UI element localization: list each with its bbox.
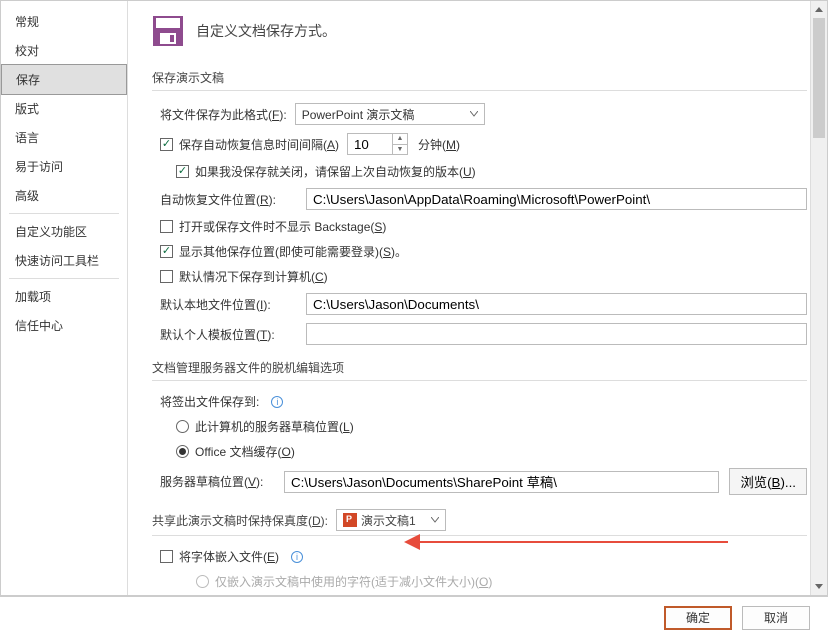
browse-button[interactable]: 浏览(B)... — [729, 468, 807, 495]
sidebar-item-customize-ribbon[interactable]: 自定义功能区 — [1, 217, 127, 246]
server-draft-label: 此计算机的服务器草稿位置(L) — [195, 418, 354, 435]
server-draft-radio[interactable] — [176, 420, 189, 433]
vertical-scrollbar[interactable] — [810, 1, 827, 595]
info-icon[interactable]: i — [291, 551, 303, 563]
sidebar-item-general[interactable]: 常规 — [1, 7, 127, 36]
chevron-down-icon — [470, 111, 478, 117]
sidebar: 常规 校对 保存 版式 语言 易于访问 高级 自定义功能区 快速访问工具栏 加载… — [1, 1, 128, 595]
sidebar-item-save[interactable]: 保存 — [1, 64, 127, 95]
page-title: 自定义文档保存方式。 — [196, 21, 336, 41]
keep-last-label: 如果我没保存就关闭，请保留上次自动恢复的版本(U) — [195, 163, 476, 180]
ok-button[interactable]: 确定 — [664, 606, 732, 630]
sidebar-item-layout[interactable]: 版式 — [1, 94, 127, 123]
sidebar-item-addins[interactable]: 加载项 — [1, 282, 127, 311]
sidebar-item-trust-center[interactable]: 信任中心 — [1, 311, 127, 340]
minutes-label: 分钟(M) — [418, 136, 460, 153]
scroll-up-button[interactable] — [811, 1, 827, 18]
checkout-label: 将签出文件保存到: — [160, 393, 259, 410]
spinner-up[interactable]: ▲ — [393, 134, 407, 145]
office-cache-radio[interactable] — [176, 445, 189, 458]
format-dropdown[interactable]: PowerPoint 演示文稿 — [295, 103, 485, 125]
sidebar-item-accessibility[interactable]: 易于访问 — [1, 152, 127, 181]
scroll-thumb[interactable] — [813, 18, 825, 138]
office-cache-label: Office 文档缓存(O) — [195, 443, 295, 460]
embed-fonts-checkbox[interactable] — [160, 550, 173, 563]
section-save-presentation: 保存演示文稿 — [152, 65, 807, 91]
default-template-loc-label: 默认个人模板位置(T): — [160, 326, 292, 343]
autorecover-loc-input[interactable] — [306, 188, 807, 210]
autosave-label: 保存自动恢复信息时间间隔(A) — [179, 136, 339, 153]
autorecover-loc-label: 自动恢复文件位置(R): — [160, 191, 292, 208]
spinner-down[interactable]: ▼ — [393, 145, 407, 155]
cancel-button[interactable]: 取消 — [742, 606, 810, 630]
embed-used-radio — [196, 575, 209, 588]
chevron-down-icon — [431, 517, 439, 523]
draft-loc-input[interactable] — [284, 471, 719, 493]
dialog-footer: 确定 取消 — [0, 596, 828, 638]
format-label: 将文件保存为此格式(F): — [160, 106, 287, 123]
keep-last-checkbox[interactable] — [176, 165, 189, 178]
show-other-loc-label: 显示其他保存位置(即使可能需要登录)(S)。 — [179, 243, 407, 260]
section-offline-editing: 文档管理服务器文件的脱机编辑选项 — [152, 355, 807, 381]
autosave-interval-spinner[interactable]: ▲ ▼ — [347, 133, 408, 155]
presentation-dropdown[interactable]: 演示文稿1 — [336, 509, 446, 531]
sidebar-item-quick-access[interactable]: 快速访问工具栏 — [1, 246, 127, 275]
embed-used-label: 仅嵌入演示文稿中使用的字符(适于减小文件大小)(O) — [215, 573, 492, 590]
default-local-loc-label: 默认本地文件位置(I): — [160, 296, 292, 313]
default-local-label: 默认情况下保存到计算机(C) — [179, 268, 328, 285]
scroll-down-button[interactable] — [811, 578, 827, 595]
info-icon[interactable]: i — [271, 396, 283, 408]
autosave-interval-input[interactable] — [348, 134, 392, 154]
section-fidelity: 共享此演示文稿时保持保真度(D): 演示文稿1 — [152, 505, 807, 536]
draft-loc-label: 服务器草稿位置(V): — [160, 473, 270, 490]
default-template-loc-input[interactable] — [306, 323, 807, 345]
sidebar-item-advanced[interactable]: 高级 — [1, 181, 127, 210]
sidebar-item-language[interactable]: 语言 — [1, 123, 127, 152]
default-local-checkbox[interactable] — [160, 270, 173, 283]
autosave-checkbox[interactable] — [160, 138, 173, 151]
save-floppy-icon — [152, 15, 184, 47]
default-local-loc-input[interactable] — [306, 293, 807, 315]
no-backstage-checkbox[interactable] — [160, 220, 173, 233]
sidebar-item-proofing[interactable]: 校对 — [1, 36, 127, 65]
embed-fonts-label: 将字体嵌入文件(E) — [179, 548, 279, 565]
no-backstage-label: 打开或保存文件时不显示 Backstage(S) — [179, 218, 386, 235]
show-other-loc-checkbox[interactable] — [160, 245, 173, 258]
powerpoint-icon — [343, 513, 357, 527]
